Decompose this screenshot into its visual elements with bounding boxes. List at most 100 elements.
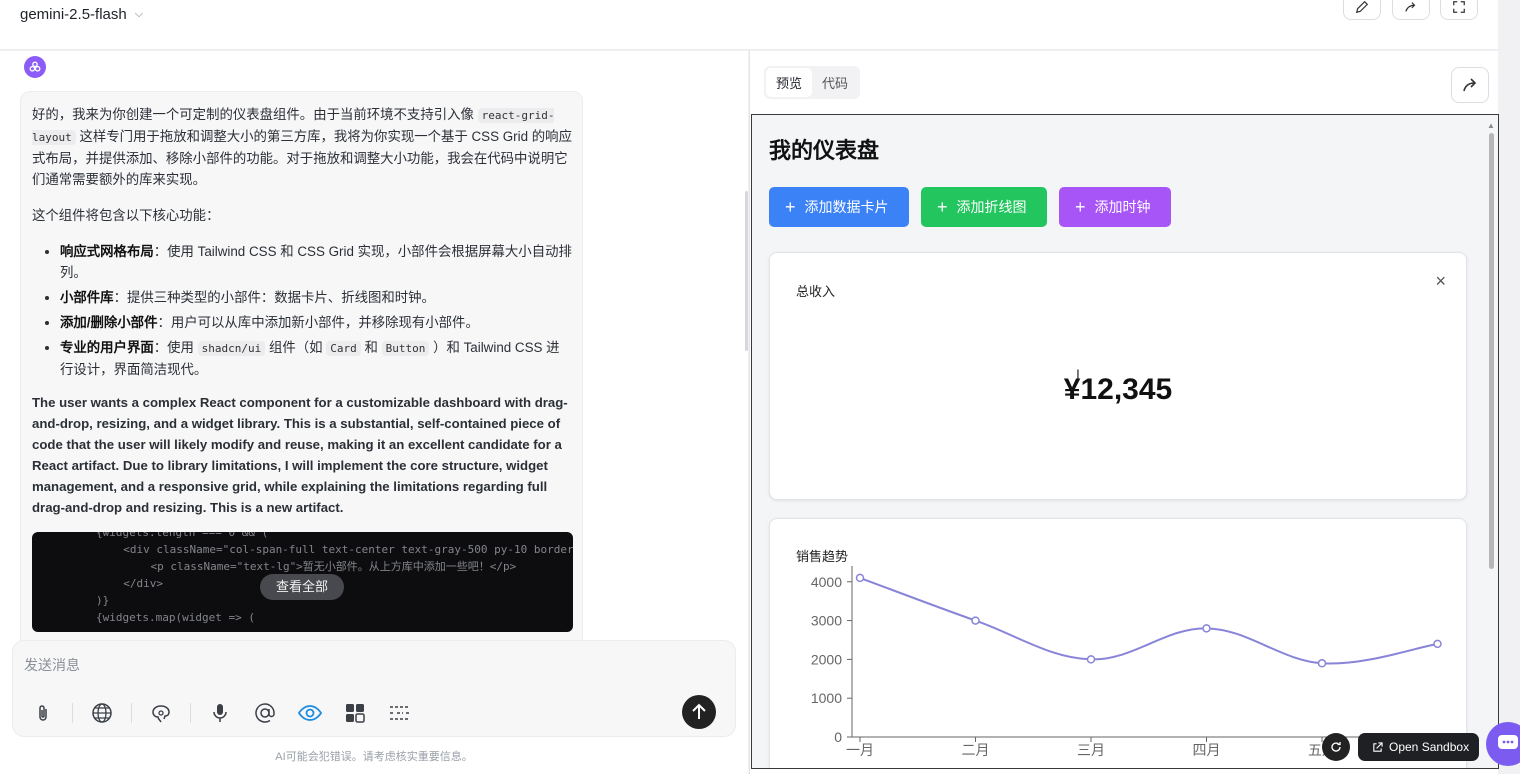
add-clock-button[interactable]: + 添加时钟: [1059, 187, 1171, 227]
intro-paragraph: 好的，我来为你创建一个可定制的仪表盘组件。由于当前环境不支持引入像 react-…: [32, 104, 572, 190]
preview-frame: 我的仪表盘 + 添加数据卡片 + 添加折线图 + 添加时钟 总收入 × I ¥12,3…: [751, 114, 1499, 769]
paperclip-icon: [39, 705, 47, 721]
refresh-button[interactable]: [1322, 733, 1350, 761]
view-all-button[interactable]: 查看全部: [260, 574, 345, 600]
button-label: 添加时钟: [1094, 199, 1151, 215]
y-tick-label: 0: [834, 729, 842, 745]
code-line: <p className="text-lg">暂无小部件。从上方库中添加一些吧！…: [124, 560, 517, 573]
intro-text-2: 这样专门用于拖放和调整大小的第三方库，我将为你实现一个基于 CSS Grid 的…: [32, 129, 572, 187]
y-tick-label: 4000: [811, 574, 842, 590]
plus-icon: +: [785, 197, 796, 217]
chevron-down-icon: ⌵: [134, 8, 144, 20]
feature-text: ：提供三种类型的小部件：数据卡片、折线图和时钟。: [113, 290, 435, 305]
open-sandbox-label: Open Sandbox: [1389, 740, 1470, 754]
intro-text-1: 好的，我来为你创建一个可定制的仪表盘组件。由于当前环境不支持引入像: [32, 107, 478, 122]
deep-think-button[interactable]: [145, 697, 177, 729]
send-button[interactable]: [682, 695, 716, 729]
feature-text: 和: [360, 340, 382, 355]
close-icon[interactable]: ×: [1435, 271, 1446, 292]
plus-icon: +: [1075, 197, 1086, 217]
share-chat-button[interactable]: [1392, 0, 1430, 20]
pencil-icon: [1355, 0, 1369, 14]
divider: [72, 703, 73, 723]
model-selector-label: gemini-2.5-flash: [20, 6, 127, 23]
feature-title: 添加/删除小部件: [60, 315, 158, 330]
y-tick-label: 2000: [811, 651, 842, 667]
data-point: [1317, 659, 1327, 668]
at-sign-icon: [255, 703, 275, 723]
chat-icon: [1498, 735, 1518, 749]
attach-button[interactable]: [27, 697, 59, 729]
inline-code: Button: [381, 341, 430, 356]
brain-icon: [152, 705, 170, 723]
divider: [190, 703, 191, 723]
data-point: [971, 616, 980, 625]
code-line: <div className="col-span-full text-cente…: [110, 543, 573, 556]
y-tick-label: 3000: [811, 613, 842, 629]
fullscreen-button[interactable]: [1440, 0, 1478, 20]
preview-tabs: 预览 代码: [764, 66, 861, 99]
dashboard-title: 我的仪表盘: [769, 138, 880, 163]
x-tick-label: 二月: [962, 743, 990, 759]
x-tick-label: 四月: [1193, 743, 1221, 759]
apps-button[interactable]: [339, 697, 371, 729]
open-sandbox-button[interactable]: Open Sandbox: [1358, 733, 1480, 761]
list-item: 小部件库：提供三种类型的小部件：数据卡片、折线图和时钟。: [60, 287, 572, 308]
grid-apps-icon: [346, 704, 365, 723]
list-item: 添加/删除小部件：用户可以从库中添加新小部件，并移除现有小部件。: [60, 312, 572, 333]
series-line: [859, 576, 1438, 665]
add-line-chart-button[interactable]: + 添加折线图: [921, 187, 1047, 227]
y-tick-label: 1000: [811, 690, 842, 706]
data-point: [1433, 639, 1442, 649]
plus-icon: +: [937, 197, 948, 217]
list-item: 专业的用户界面：使用 shadcn/ui 组件（如 Card 和 Button …: [60, 337, 572, 380]
edit-button[interactable]: [1343, 0, 1381, 20]
chat-scrollbar[interactable]: [745, 191, 748, 351]
web-search-button[interactable]: [86, 697, 118, 729]
feature-title: 小部件库: [60, 290, 114, 305]
button-label: 添加折线图: [956, 199, 1027, 215]
message-composer[interactable]: 发送消息: [12, 640, 736, 737]
features-list: 响应式网格布局：使用 Tailwind CSS 和 CSS Grid 实现，小部…: [60, 241, 572, 380]
card-title: 总收入: [796, 284, 836, 299]
message-input[interactable]: 发送消息: [24, 655, 80, 675]
feature-title: 响应式网格布局: [60, 244, 154, 259]
card-value: ¥12,345: [1063, 373, 1173, 406]
line-chart-widget: 销售趋势 01000200030004000一月二月三月四月五月六月: [769, 518, 1468, 768]
feature-text: 组件（如: [265, 340, 327, 355]
ai-disclaimer: AI可能会犯错误。请考虑核实重要信息。: [275, 751, 473, 763]
sales-trend-chart: 01000200030004000一月二月三月四月五月六月: [811, 566, 1468, 759]
data-point: [1086, 655, 1096, 664]
english-paragraph: The user wants a complex React component…: [32, 395, 568, 515]
voice-input-button[interactable]: [204, 697, 236, 729]
code-line: {widgets.length === 0 && (: [96, 532, 269, 539]
x-tick-label: 三月: [1077, 743, 1105, 759]
preview-scrollbar[interactable]: ▲: [1486, 121, 1496, 761]
data-point: [1202, 624, 1211, 633]
tab-code[interactable]: 代码: [812, 68, 858, 97]
artifact-pane: 预览 代码 我的仪表盘 + 添加数据卡片 + 添加折线图 + 添加时钟 总收入 × I…: [749, 51, 1499, 774]
refresh-icon: [1331, 742, 1341, 752]
code-preview: {widgets.length === 0 && ( <div classNam…: [32, 532, 573, 632]
chat-pane: 好的，我来为你创建一个可定制的仪表盘组件。由于当前环境不支持引入像 react-…: [0, 51, 748, 774]
divider: [131, 703, 132, 723]
mention-button[interactable]: [249, 697, 281, 729]
code-line: {widgets.map(widget => (: [96, 611, 255, 624]
x-tick-label: 一月: [846, 743, 874, 759]
add-data-card-button[interactable]: + 添加数据卡片: [769, 187, 909, 227]
assistant-message: 好的，我来为你创建一个可定制的仪表盘组件。由于当前环境不支持引入像 react-…: [20, 91, 583, 651]
button-label: 添加数据卡片: [804, 199, 889, 215]
arrow-up-icon: [692, 703, 706, 719]
tab-preview[interactable]: 预览: [766, 68, 813, 97]
more-tools-button[interactable]: [384, 697, 416, 729]
model-selector[interactable]: gemini-2.5-flash ⌵: [20, 6, 143, 23]
preview-toggle-button[interactable]: [294, 697, 326, 729]
data-card-widget: 总收入 × I ¥12,345: [769, 252, 1467, 500]
globe-icon: [92, 703, 112, 723]
scroll-up-icon: ▲: [1487, 121, 1495, 130]
scroll-thumb[interactable]: [1489, 133, 1494, 569]
eye-icon: [298, 705, 322, 721]
composer-toolbar: [27, 697, 429, 729]
top-bar: gemini-2.5-flash ⌵: [0, 0, 1498, 50]
share-artifact-button[interactable]: [1451, 67, 1489, 103]
